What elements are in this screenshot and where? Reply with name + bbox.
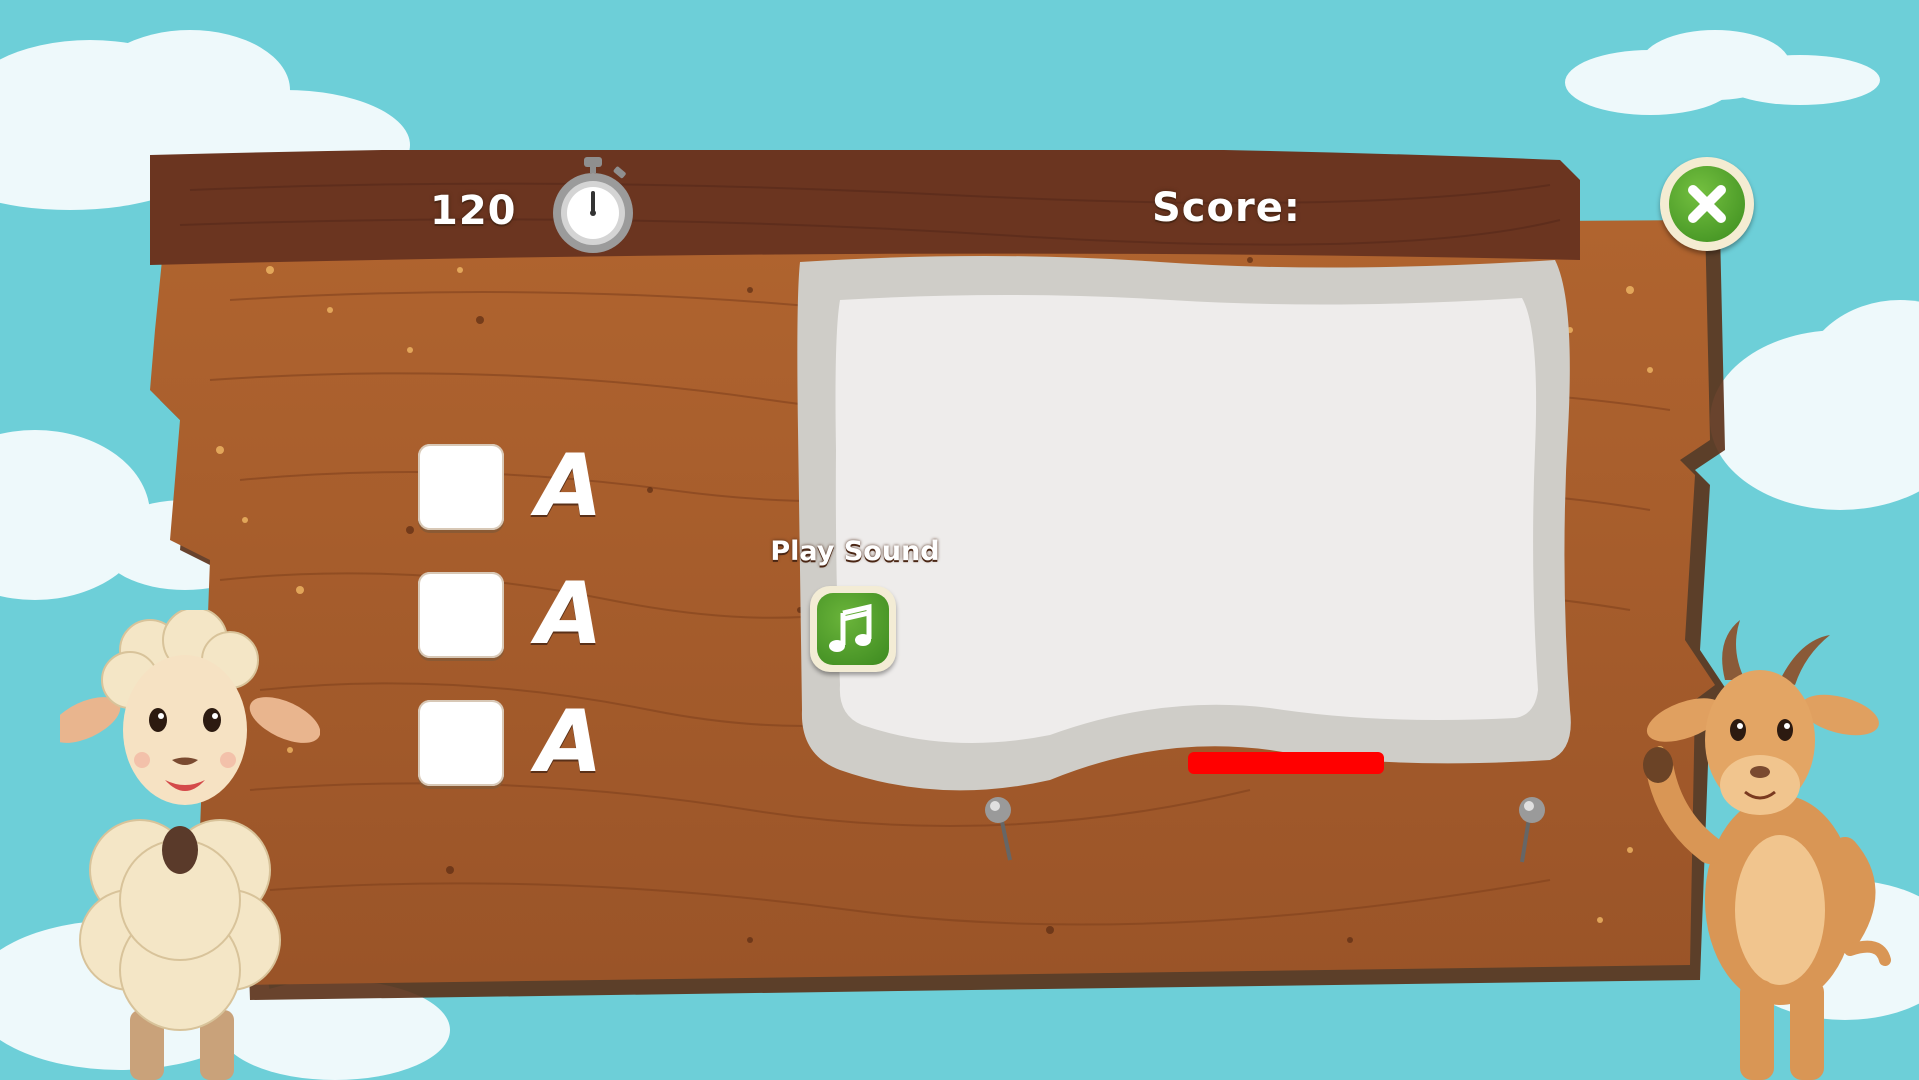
parchment-panel bbox=[797, 256, 1571, 791]
wooden-board bbox=[150, 150, 1730, 1000]
answer-underline-bar bbox=[1188, 752, 1384, 774]
option-letter-1: A bbox=[536, 436, 603, 536]
timer-value: 120 bbox=[430, 188, 517, 234]
option-row-1: A bbox=[418, 436, 618, 536]
close-x-icon bbox=[1669, 166, 1745, 242]
option-row-3: A bbox=[418, 692, 618, 792]
stopwatch-icon bbox=[548, 155, 638, 255]
option-letter-3: A bbox=[536, 692, 603, 792]
play-sound-label: Play Sound bbox=[770, 536, 940, 567]
option-row-2: A bbox=[418, 564, 618, 664]
option-checkbox-1[interactable] bbox=[418, 444, 504, 530]
sheep-character bbox=[49, 607, 321, 1080]
music-note-icon bbox=[817, 593, 889, 665]
play-sound-button[interactable] bbox=[810, 586, 896, 672]
goat-character bbox=[1630, 620, 1900, 1080]
option-checkbox-2[interactable] bbox=[418, 572, 504, 658]
close-button[interactable] bbox=[1660, 157, 1754, 251]
option-checkbox-3[interactable] bbox=[418, 700, 504, 786]
option-letter-2: A bbox=[536, 564, 603, 664]
score-label: Score: bbox=[1152, 185, 1301, 231]
